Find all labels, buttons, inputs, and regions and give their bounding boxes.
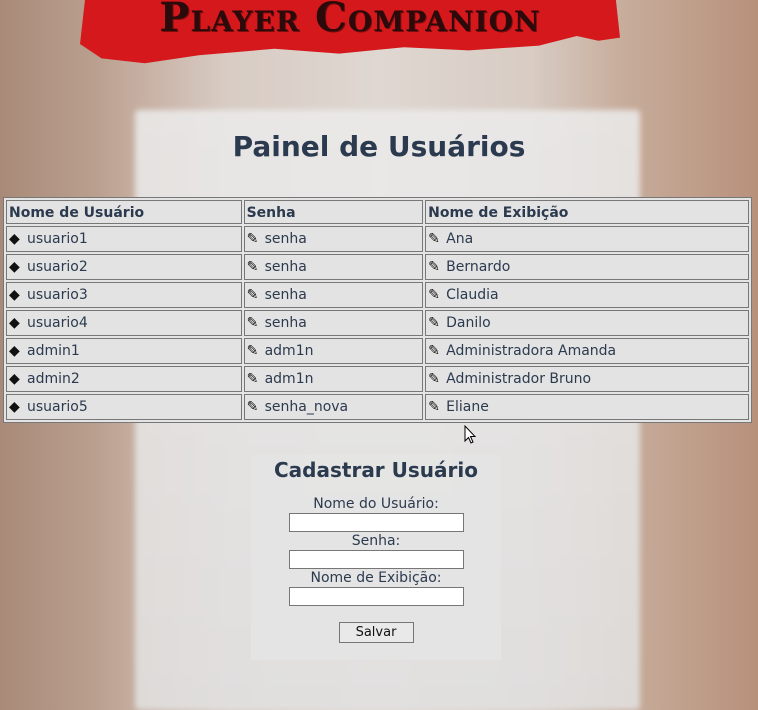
password-cell-text: senha [264,259,307,275]
table-row: ◆ admin2 ✎ adm1n ✎ Administrador Bruno [6,366,749,392]
pencil-icon[interactable]: ✎ [247,399,265,415]
password-cell: ✎ adm1n [243,366,424,392]
display-name-cell-text: Bernardo [446,259,511,275]
username-cell: ◆ usuario3 [6,282,242,308]
display-name-cell-text: Administradora Amanda [446,343,617,359]
eraser-icon[interactable]: ◆ [9,259,27,275]
username-cell: ◆ admin1 [6,338,242,364]
display-name-cell-text: Danilo [446,315,491,331]
table-row: ◆ usuario4 ✎ senha ✎ Danilo [6,310,749,336]
table-header-row: Nome de Usuário Senha Nome de Exibição [6,200,749,224]
password-cell-text: senha_nova [264,399,349,415]
pencil-icon[interactable]: ✎ [247,287,265,303]
table-row: ◆ usuario1 ✎ senha ✎ Ana [6,226,749,252]
pencil-icon[interactable]: ✎ [428,343,446,359]
table-row: ◆ admin1 ✎ adm1n ✎ Administradora Amanda [6,338,749,364]
pencil-icon[interactable]: ✎ [428,287,446,303]
password-input[interactable] [288,550,464,569]
pencil-icon[interactable]: ✎ [428,259,446,275]
save-button[interactable]: Salvar [338,622,414,643]
pencil-icon[interactable]: ✎ [247,371,265,387]
eraser-icon[interactable]: ◆ [9,231,27,247]
username-cell: ◆ usuario4 [6,310,242,336]
users-table: Nome de Usuário Senha Nome de Exibição ◆… [3,197,752,423]
banner-title: Player Companion [159,0,541,41]
display-name-cell: ✎ Danilo [425,310,749,336]
display-name-cell-text: Ana [446,231,474,247]
mouse-cursor-icon [464,425,476,444]
username-label: Nome do Usuário: [313,496,439,512]
pencil-icon[interactable]: ✎ [428,231,446,247]
username-cell-text: admin1 [27,343,80,359]
pencil-icon[interactable]: ✎ [247,315,265,331]
password-label: Senha: [351,533,401,549]
username-cell-text: usuario3 [27,287,88,303]
pencil-icon[interactable]: ✎ [428,315,446,331]
header-password: Senha [243,200,424,224]
username-cell-text: usuario1 [27,231,88,247]
register-user-form: Cadastrar Usuário Nome do Usuário: Senha… [251,455,501,660]
username-cell: ◆ usuario2 [6,254,242,280]
password-cell-text: senha [264,287,307,303]
display-name-cell: ✎ Claudia [425,282,749,308]
password-cell-text: adm1n [264,371,314,387]
display-name-cell: ✎ Bernardo [425,254,749,280]
password-cell: ✎ senha_nova [243,394,424,420]
username-cell-text: admin2 [27,371,80,387]
display-name-cell: ✎ Administrador Bruno [425,366,749,392]
display-name-input[interactable] [288,587,464,606]
password-cell: ✎ senha [243,226,424,252]
username-cell-text: usuario4 [27,315,88,331]
eraser-icon[interactable]: ◆ [9,315,27,331]
pencil-icon[interactable]: ✎ [247,259,265,275]
table-row: ◆ usuario3 ✎ senha ✎ Claudia [6,282,749,308]
display-name-cell: ✎ Eliane [425,394,749,420]
password-cell-text: senha [264,315,307,331]
eraser-icon[interactable]: ◆ [9,399,27,415]
table-row: ◆ usuario2 ✎ senha ✎ Bernardo [6,254,749,280]
username-cell: ◆ usuario5 [6,394,242,420]
password-cell: ✎ adm1n [243,338,424,364]
display-name-label: Nome de Exibição: [310,570,442,586]
table-row: ◆ usuario5 ✎ senha_nova ✎ Eliane [6,394,749,420]
username-cell: ◆ usuario1 [6,226,242,252]
page-title: Painel de Usuários [232,130,526,163]
username-cell-text: usuario5 [27,399,88,415]
pencil-icon[interactable]: ✎ [428,371,446,387]
password-cell-text: adm1n [264,343,314,359]
pencil-icon[interactable]: ✎ [247,343,265,359]
display-name-cell-text: Claudia [446,287,499,303]
eraser-icon[interactable]: ◆ [9,287,27,303]
password-cell: ✎ senha [243,310,424,336]
password-cell-text: senha [264,231,307,247]
eraser-icon[interactable]: ◆ [9,343,27,359]
header-display-name: Nome de Exibição [425,200,749,224]
form-title: Cadastrar Usuário [274,458,478,482]
pencil-icon[interactable]: ✎ [247,231,265,247]
username-input[interactable] [288,513,464,532]
username-cell: ◆ admin2 [6,366,242,392]
display-name-cell-text: Eliane [446,399,489,415]
pencil-icon[interactable]: ✎ [428,399,446,415]
eraser-icon[interactable]: ◆ [9,371,27,387]
header-username: Nome de Usuário [6,200,242,224]
password-cell: ✎ senha [243,282,424,308]
display-name-cell: ✎ Administradora Amanda [425,338,749,364]
password-cell: ✎ senha [243,254,424,280]
display-name-cell: ✎ Ana [425,226,749,252]
username-cell-text: usuario2 [27,259,88,275]
display-name-cell-text: Administrador Bruno [446,371,592,387]
